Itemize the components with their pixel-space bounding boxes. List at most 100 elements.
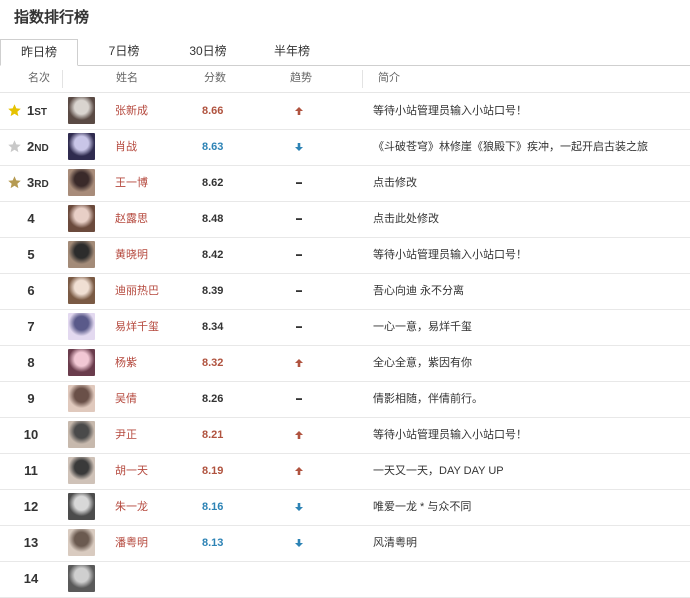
rank-number: 13	[23, 535, 39, 550]
table-row[interactable]: 9 吴倩 8.26 倩影相随，伴倩前行。	[0, 381, 690, 418]
score-value: 8.66	[202, 105, 224, 117]
person-name-link[interactable]: 杨紫	[115, 345, 137, 381]
avatar[interactable]	[68, 457, 95, 484]
table-row[interactable]: 14	[0, 561, 690, 598]
person-name-link[interactable]: 黄晓明	[115, 237, 148, 273]
table-row[interactable]: 13 潘粤明 8.13 风清粤明	[0, 525, 690, 562]
avatar[interactable]	[68, 241, 95, 268]
trend-flat-icon	[296, 326, 302, 328]
avatar[interactable]	[68, 277, 95, 304]
avatar[interactable]	[68, 529, 95, 556]
score-value: 8.13	[202, 537, 224, 549]
avatar[interactable]	[68, 385, 95, 412]
tab-30-day[interactable]: 30日榜	[178, 39, 238, 65]
person-name-link[interactable]: 迪丽热巴	[115, 273, 159, 309]
intro-text: 吾心向迪 永不分离	[373, 285, 465, 297]
table-row[interactable]: 4 赵露思 8.48 点击此处修改	[0, 201, 690, 238]
avatar[interactable]	[68, 169, 95, 196]
rank-number: 12	[23, 499, 39, 514]
column-divider	[62, 70, 63, 88]
rank-cell: 3RD	[0, 165, 62, 201]
intro-text: 唯爱一龙 * 与众不同	[373, 501, 472, 513]
score-value: 8.32	[202, 357, 224, 369]
trend-up-icon	[295, 359, 303, 367]
avatar[interactable]	[68, 313, 95, 340]
person-name-link[interactable]: 朱一龙	[115, 489, 148, 525]
person-name-link[interactable]: 肖战	[115, 129, 137, 165]
rank-cell: 7	[0, 309, 62, 345]
intro-text: 等待小站管理员输入小站口号！	[373, 429, 527, 441]
person-name-link[interactable]: 张新成	[115, 93, 148, 129]
table-row[interactable]: 6 迪丽热巴 8.39 吾心向迪 永不分离	[0, 273, 690, 310]
table-row[interactable]: 12 朱一龙 8.16 唯爱一龙 * 与众不同	[0, 489, 690, 526]
tab-7-day[interactable]: 7日榜	[96, 39, 152, 65]
rank-cell: 10	[0, 417, 62, 453]
avatar[interactable]	[68, 565, 95, 592]
table-row[interactable]: 2ND 肖战 8.63 《斗破苍穹》林修崖《狼殿下》疾冲，一起开启古装之旅	[0, 129, 690, 166]
table-row[interactable]: 3RD 王一博 8.62 点击修改	[0, 165, 690, 202]
person-name-link[interactable]: 赵露思	[115, 201, 148, 237]
intro-text: 等待小站管理员输入小站口号！	[373, 249, 527, 261]
table-row[interactable]: 1ST 张新成 8.66 等待小站管理员输入小站口号！	[0, 93, 690, 130]
tab-half-year[interactable]: 半年榜	[262, 39, 322, 65]
intro-text: 等待小站管理员输入小站口号！	[373, 105, 527, 117]
silver-star-icon	[8, 140, 21, 153]
rank-number: 2ND	[27, 139, 49, 154]
intro-text: 一心一意，易烊千玺	[373, 321, 472, 333]
rank-cell: 14	[0, 561, 62, 597]
rank-number: 10	[23, 427, 39, 442]
score-value: 8.34	[202, 321, 224, 333]
trend-flat-icon	[296, 398, 302, 400]
trend-down-icon	[295, 539, 303, 547]
trend-flat-icon	[296, 254, 302, 256]
page-title: 指数排行榜	[14, 9, 90, 26]
table-row[interactable]: 10 尹正 8.21 等待小站管理员输入小站口号！	[0, 417, 690, 454]
score-value: 8.19	[202, 465, 224, 477]
person-name-link[interactable]: 易烊千玺	[115, 309, 159, 345]
person-name-link[interactable]: 胡一天	[115, 453, 148, 489]
table-row[interactable]: 5 黄晓明 8.42 等待小站管理员输入小站口号！	[0, 237, 690, 274]
score-value: 8.21	[202, 429, 224, 441]
avatar[interactable]	[68, 205, 95, 232]
rank-cell: 12	[0, 489, 62, 525]
rank-cell: 8	[0, 345, 62, 381]
avatar[interactable]	[68, 97, 95, 124]
column-score: 分数	[204, 72, 226, 84]
avatar[interactable]	[68, 493, 95, 520]
avatar[interactable]	[68, 349, 95, 376]
avatar[interactable]	[68, 133, 95, 160]
rank-number: 9	[27, 391, 35, 406]
trend-flat-icon	[296, 218, 302, 220]
table-header: 名次 姓名 分数 趋势 简介	[0, 66, 690, 93]
table-row[interactable]: 11 胡一天 8.19 一天又一天，DAY DAY UP	[0, 453, 690, 490]
trend-down-icon	[295, 503, 303, 511]
person-name-link[interactable]: 吴倩	[115, 381, 137, 417]
rank-cell: 9	[0, 381, 62, 417]
avatar[interactable]	[68, 421, 95, 448]
rank-number: 6	[27, 283, 35, 298]
rank-number: 5	[27, 247, 35, 262]
score-value: 8.42	[202, 249, 224, 261]
score-value: 8.26	[202, 393, 224, 405]
score-value: 8.39	[202, 285, 224, 297]
table-row[interactable]: 7 易烊千玺 8.34 一心一意，易烊千玺	[0, 309, 690, 346]
gold-star-icon	[8, 104, 21, 117]
table-row[interactable]: 8 杨紫 8.32 全心全意，紫因有你	[0, 345, 690, 382]
person-name-link[interactable]: 尹正	[115, 417, 137, 453]
rank-cell: 2ND	[0, 129, 62, 165]
rank-cell: 1ST	[0, 93, 62, 129]
trend-up-icon	[295, 107, 303, 115]
bronze-star-icon	[8, 176, 21, 189]
intro-text: 《斗破苍穹》林修崖《狼殿下》疾冲，一起开启古装之旅	[373, 141, 648, 153]
trend-flat-icon	[296, 182, 302, 184]
rank-number: 3RD	[27, 175, 49, 190]
column-name: 姓名	[116, 72, 138, 84]
trend-up-icon	[295, 431, 303, 439]
rank-cell: 6	[0, 273, 62, 309]
column-trend: 趋势	[290, 72, 312, 84]
tab-yesterday[interactable]: 昨日榜	[0, 39, 78, 66]
person-name-link[interactable]: 潘粤明	[115, 525, 148, 561]
score-value: 8.62	[202, 177, 224, 189]
column-divider	[362, 70, 363, 88]
person-name-link[interactable]: 王一博	[115, 165, 148, 201]
